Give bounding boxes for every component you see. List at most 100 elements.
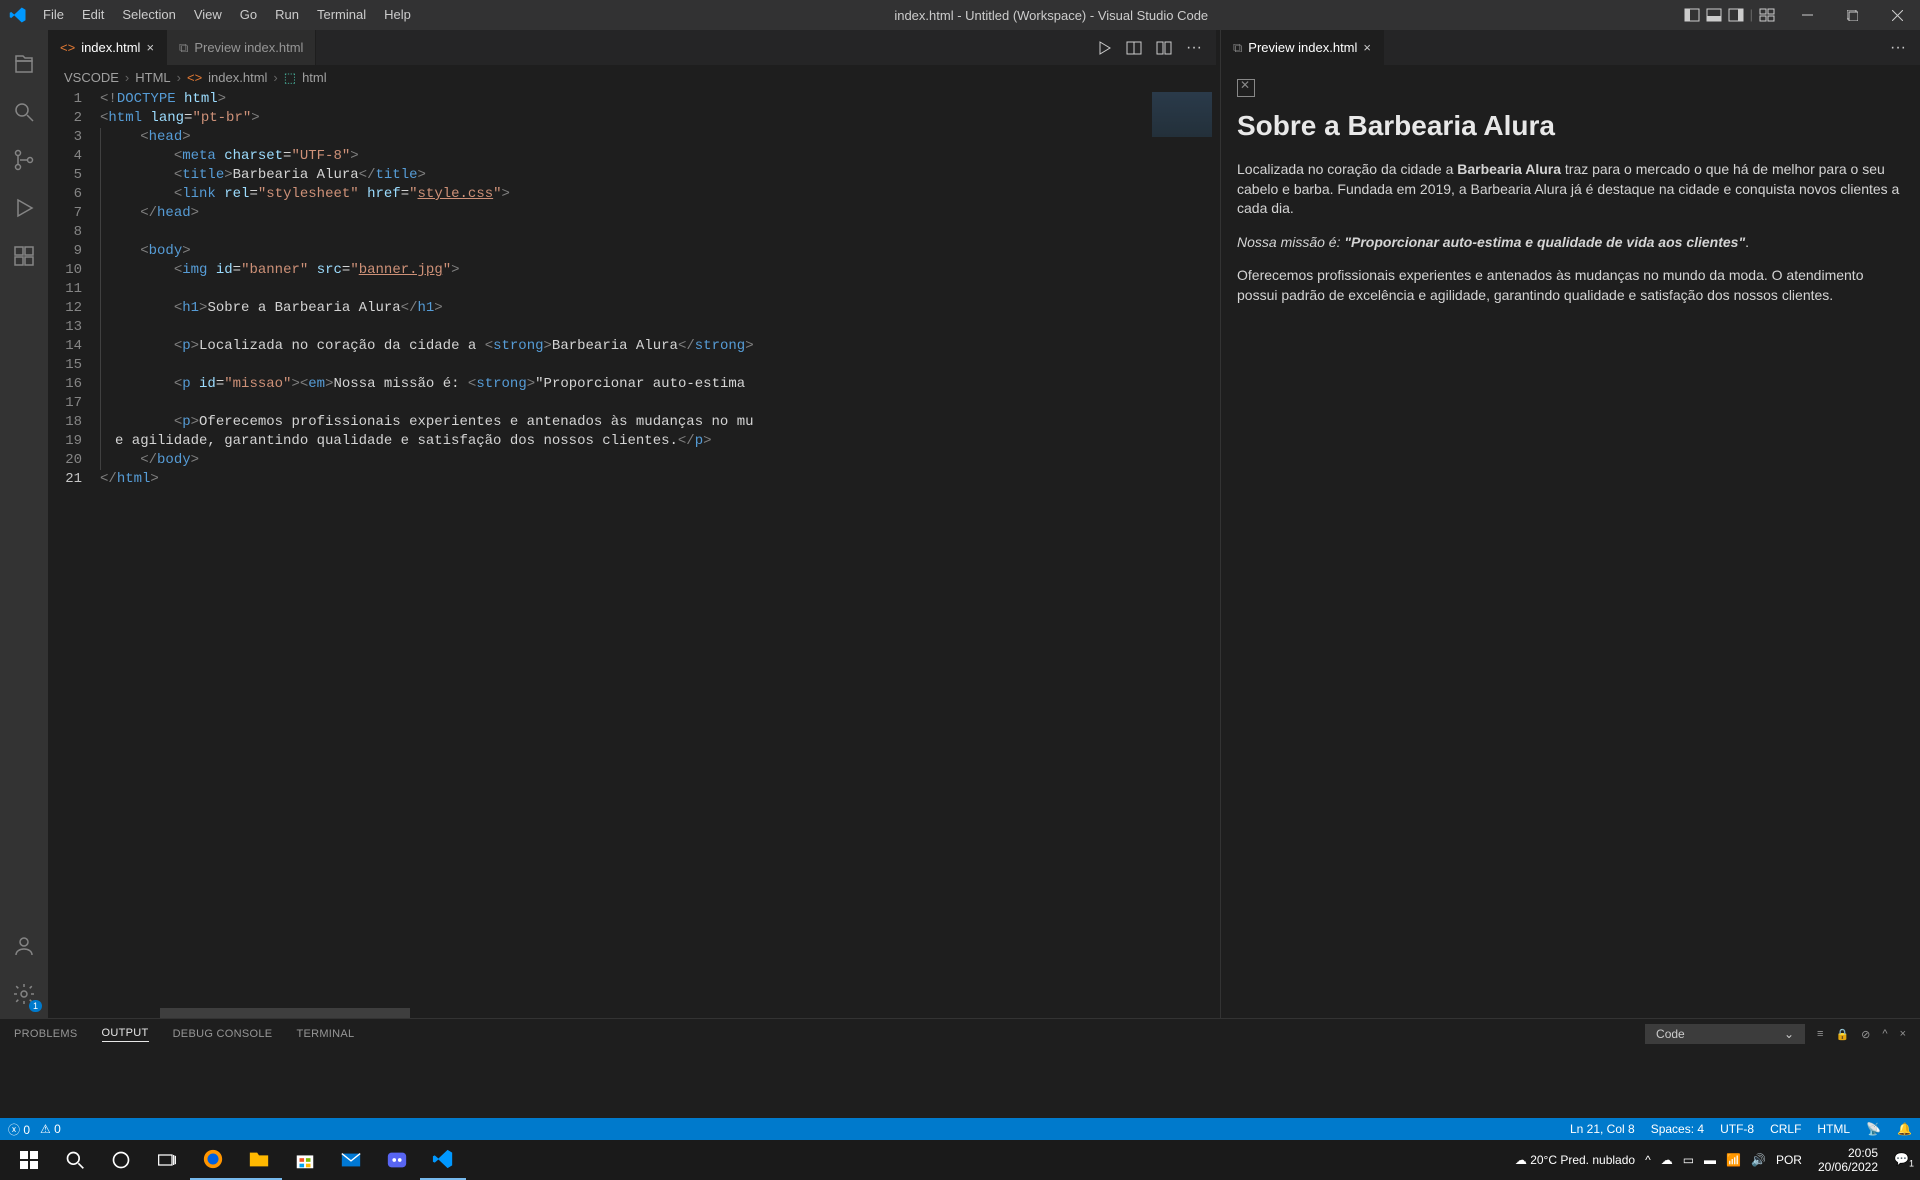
tray-volume-icon[interactable]: 🔊 (1751, 1153, 1766, 1167)
task-view-icon[interactable] (144, 1140, 190, 1180)
taskbar-search-icon[interactable] (52, 1140, 98, 1180)
panel-tab-output[interactable]: OUTPUT (102, 1027, 149, 1042)
filter-icon[interactable]: ≡ (1817, 1028, 1823, 1040)
menu-go[interactable]: Go (232, 0, 265, 30)
breadcrumb-seg[interactable]: HTML (135, 70, 170, 85)
tray-meet-now-icon[interactable]: ▭ (1683, 1153, 1694, 1167)
menu-edit[interactable]: Edit (74, 0, 112, 30)
tray-onedrive-icon[interactable]: ☁ (1661, 1153, 1673, 1167)
start-button[interactable] (6, 1140, 52, 1180)
menu-selection[interactable]: Selection (114, 0, 183, 30)
accounts-icon[interactable] (0, 922, 48, 970)
lock-icon[interactable]: 🔒 (1835, 1028, 1849, 1041)
status-feedback-icon[interactable]: 📡 (1866, 1122, 1881, 1136)
weather-widget[interactable]: ☁ 20°C Pred. nublado (1515, 1153, 1635, 1167)
activity-bar: 1 (0, 30, 48, 1018)
clear-icon[interactable]: ⊘ (1861, 1028, 1870, 1041)
panel-close-icon[interactable]: × (1900, 1028, 1906, 1040)
status-indentation[interactable]: Spaces: 4 (1651, 1122, 1704, 1136)
run-debug-icon[interactable] (0, 184, 48, 232)
tab-index-html[interactable]: <> index.html × (48, 30, 167, 65)
run-icon[interactable] (1096, 40, 1112, 56)
panel-maximize-icon[interactable]: ^ (1882, 1028, 1887, 1040)
status-errors[interactable]: ⓧ 0 (8, 1121, 30, 1138)
menu-help[interactable]: Help (376, 0, 419, 30)
window-title: index.html - Untitled (Workspace) - Visu… (419, 8, 1684, 23)
layout-bottom-icon[interactable] (1706, 7, 1722, 23)
status-warnings[interactable]: ⚠ 0 (40, 1122, 61, 1136)
preview-icon: ⧉ (1233, 40, 1242, 56)
code-editor[interactable]: 123456789101112131415161718192021 <!DOCT… (48, 90, 1216, 1018)
tray-language-icon[interactable]: POR (1776, 1153, 1802, 1167)
explorer-icon[interactable] (0, 40, 48, 88)
panel-tab-problems[interactable]: PROBLEMS (14, 1028, 78, 1040)
chevron-down-icon: ⌄ (1784, 1027, 1794, 1041)
extensions-icon[interactable] (0, 232, 48, 280)
notifications-icon[interactable]: 💬1 (1894, 1152, 1914, 1168)
preview-heading: Sobre a Barbearia Alura (1237, 110, 1904, 142)
breadcrumb-seg[interactable]: html (302, 70, 327, 85)
panel-tab-terminal[interactable]: TERMINAL (296, 1028, 354, 1040)
settings-gear-icon[interactable]: 1 (0, 970, 48, 1018)
status-cursor-position[interactable]: Ln 21, Col 8 (1570, 1122, 1635, 1136)
tray-battery-icon[interactable]: ▬ (1704, 1153, 1716, 1167)
horizontal-scrollbar[interactable] (160, 1008, 410, 1018)
search-icon[interactable] (0, 88, 48, 136)
firefox-icon[interactable] (190, 1140, 236, 1180)
tab-close-icon[interactable]: × (1363, 40, 1371, 55)
symbol-icon: ⬚ (284, 70, 296, 86)
breadcrumb-seg[interactable]: VSCODE (64, 70, 119, 85)
menu-run[interactable]: Run (267, 0, 307, 30)
tab-preview[interactable]: ⧉ Preview index.html (167, 30, 316, 65)
settings-badge: 1 (29, 1000, 42, 1012)
status-encoding[interactable]: UTF-8 (1720, 1122, 1754, 1136)
close-button[interactable] (1875, 0, 1920, 30)
breadcrumb-seg[interactable]: index.html (208, 70, 267, 85)
menu-terminal[interactable]: Terminal (309, 0, 374, 30)
split-preview-icon[interactable] (1126, 40, 1142, 56)
windows-taskbar: ☁ 20°C Pred. nublado ^ ☁ ▭ ▬ 📶 🔊 POR 20:… (0, 1140, 1920, 1180)
preview-paragraph: Oferecemos profissionais experientes e a… (1237, 266, 1904, 305)
preview-paragraph: Localizada no coração da cidade a Barbea… (1237, 160, 1904, 219)
maximize-button[interactable] (1830, 0, 1875, 30)
editor-tabs: <> index.html × ⧉ Preview index.html ··· (48, 30, 1216, 65)
tray-wifi-icon[interactable]: 📶 (1726, 1153, 1741, 1167)
discord-icon[interactable] (374, 1140, 420, 1180)
layout-left-icon[interactable] (1684, 7, 1700, 23)
panel-tab-debug-console[interactable]: DEBUG CONSOLE (173, 1028, 273, 1040)
minimap[interactable] (1136, 90, 1216, 1018)
layout-right-icon[interactable] (1728, 7, 1744, 23)
status-language[interactable]: HTML (1817, 1122, 1850, 1136)
menu-view[interactable]: View (186, 0, 230, 30)
breadcrumb[interactable]: VSCODE› HTML› <> index.html› ⬚ html (48, 65, 1216, 90)
minimize-button[interactable] (1785, 0, 1830, 30)
output-channel-dropdown[interactable]: Code⌄ (1645, 1024, 1805, 1044)
line-gutter: 123456789101112131415161718192021 (48, 90, 100, 1018)
taskbar-clock[interactable]: 20:05 20/06/2022 (1812, 1146, 1884, 1175)
split-editor-icon[interactable] (1156, 40, 1172, 56)
code-area[interactable]: <!DOCTYPE html> <html lang="pt-br"> <hea… (100, 90, 1216, 1018)
status-bell-icon[interactable]: 🔔 (1897, 1122, 1912, 1136)
tab-preview-right[interactable]: ⧉ Preview index.html × (1221, 30, 1384, 65)
source-control-icon[interactable] (0, 136, 48, 184)
more-actions-icon[interactable]: ··· (1890, 39, 1906, 57)
menu-bar: File Edit Selection View Go Run Terminal… (35, 0, 419, 30)
window-controls (1785, 0, 1920, 30)
mail-icon[interactable] (328, 1140, 374, 1180)
status-eol[interactable]: CRLF (1770, 1122, 1801, 1136)
layout-controls: | (1684, 7, 1785, 23)
tab-label: Preview index.html (1248, 40, 1357, 55)
tray-chevron-icon[interactable]: ^ (1645, 1153, 1651, 1167)
preview-pane: ⧉ Preview index.html × ··· Sobre a Barbe… (1220, 30, 1920, 1018)
tab-close-icon[interactable]: × (146, 40, 154, 55)
vscode-taskbar-icon[interactable] (420, 1140, 466, 1180)
cortana-icon[interactable] (98, 1140, 144, 1180)
tab-label: Preview index.html (194, 40, 303, 55)
broken-image-icon (1237, 79, 1255, 97)
file-explorer-icon[interactable] (236, 1140, 282, 1180)
more-actions-icon[interactable]: ··· (1186, 39, 1202, 57)
menu-file[interactable]: File (35, 0, 72, 30)
customize-layout-icon[interactable] (1759, 7, 1775, 23)
tab-label: index.html (81, 40, 140, 55)
microsoft-store-icon[interactable] (282, 1140, 328, 1180)
